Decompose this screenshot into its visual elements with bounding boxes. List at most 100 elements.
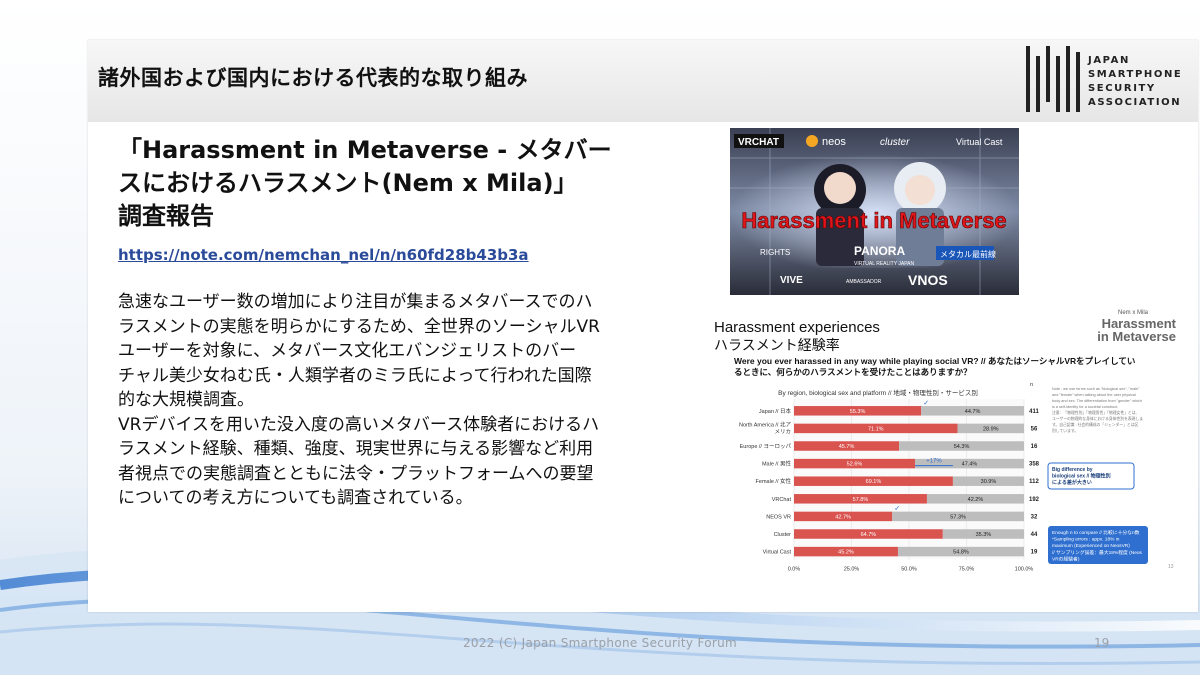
category-label: VRChat bbox=[772, 497, 792, 503]
bar-yes-label: 55.3% bbox=[850, 409, 866, 415]
bar-yes-label: 45.2% bbox=[838, 550, 854, 556]
x-tick-label: 75.0% bbox=[959, 566, 975, 572]
slide-footer: 2022 (C) Japan Smartphone Security Forum bbox=[463, 636, 737, 650]
bar-no-label: 54.3% bbox=[954, 444, 970, 450]
chart-group-label: By region, biological sex and platform /… bbox=[778, 388, 978, 397]
note-line: ユーザーの物理的な身体における身体性別を表現しま bbox=[1052, 416, 1143, 421]
category-label: Male // 男性 bbox=[762, 460, 792, 468]
platform-label-cluster: cluster bbox=[880, 137, 910, 148]
sponsor-label: VIVE bbox=[780, 275, 803, 286]
diff-label: +17% bbox=[926, 459, 942, 465]
bar-yes-label: 71.1% bbox=[868, 426, 884, 432]
category-label: NEOS VR bbox=[766, 514, 791, 520]
bar-yes-label: 52.6% bbox=[847, 462, 863, 468]
hero-banner-text: Harassment in Metaverse bbox=[741, 208, 1006, 233]
body-line: ラスメントの実態を明らかにするため、全世界のソーシャルVR bbox=[118, 316, 600, 337]
logo-line: SECURITY bbox=[1088, 83, 1156, 94]
n-value: 112 bbox=[1029, 479, 1039, 485]
platform-label-neos: neos bbox=[822, 136, 846, 148]
bar-no-label: 42.2% bbox=[968, 497, 984, 503]
body-line: についての考え方についても調査されている。 bbox=[118, 488, 473, 508]
n-value: 16 bbox=[1031, 444, 1038, 450]
body-line: 者視点での実態調査とともに法令・プラットフォームへの要望 bbox=[118, 463, 594, 484]
body-text: 急速なユーザー数の増加により注目が集まるメタバースでのハ ラスメントの実態を明ら… bbox=[118, 290, 693, 511]
category-label: North America // 北ア bbox=[739, 420, 791, 428]
note-line: す。自己認識 : 社会的構成の「ジェンダー」とは区 bbox=[1052, 422, 1139, 427]
brand-line: in Metaverse bbox=[1097, 329, 1176, 344]
report-heading: 「Harassment in Metaverse - メタバー スにおけるハラス… bbox=[118, 134, 678, 233]
category-label: Cluster bbox=[774, 532, 792, 538]
chart-plot: Japan // 日本 55.3% 44.7% 411 North America //… bbox=[739, 399, 1040, 584]
note-line: 別しています。 bbox=[1052, 428, 1078, 433]
heading-line: 調査報告 bbox=[118, 202, 214, 230]
logo-line: SMARTPHONE bbox=[1088, 69, 1183, 80]
bar-no-label: 30.9% bbox=[981, 479, 997, 485]
n-value: 411 bbox=[1029, 409, 1039, 415]
body-line: 的な大規模調査。 bbox=[118, 390, 254, 410]
sponsor-label: メタカル最前線 bbox=[940, 249, 996, 259]
heading-line: 「Harassment in Metaverse - メタバー bbox=[118, 136, 612, 164]
chart-title: Harassment experiences bbox=[714, 319, 880, 336]
category-label: Female // 女性 bbox=[756, 477, 792, 485]
sponsor-label: PANORA bbox=[854, 244, 905, 258]
callout-line: による差が大きい bbox=[1052, 479, 1092, 486]
harassment-chart: Harassment experiences ハラスメント経験率 Nem x M… bbox=[714, 310, 1177, 584]
body-line: ユーザーを対象に、メタバース文化エバンジェリストのバー bbox=[118, 341, 577, 361]
chart-question-line: Were you ever harassed in any way while … bbox=[734, 356, 1135, 366]
bar-no-label: 28.9% bbox=[983, 426, 999, 432]
check-icon: ✓ bbox=[894, 506, 900, 513]
harassment-chart-card: Harassment experiences ハラスメント経験率 Nem x M… bbox=[708, 300, 1178, 584]
n-value: 192 bbox=[1029, 497, 1040, 503]
callout-line: maximum (Experienced on NeosVR) bbox=[1052, 543, 1130, 549]
slide-card: 諸外国および国内における代表的な取り組み JAPAN SMARTPHONE SE… bbox=[88, 40, 1198, 612]
sponsor-label: AMBASSADOR bbox=[846, 279, 882, 285]
callout-line: Enough n to compare // 比較に十分なn数 bbox=[1052, 529, 1140, 536]
category-label: Japan // 日本 bbox=[759, 407, 792, 415]
chart-subtitle: ハラスメント経験率 bbox=[714, 337, 840, 353]
bar-no-label: 35.3% bbox=[976, 532, 992, 538]
sponsor-label: VNOS bbox=[908, 272, 948, 288]
x-tick-label: 50.0% bbox=[901, 566, 917, 572]
note-line: 注意：「物理性別」「物理男性」「物理女性」とは、 bbox=[1052, 410, 1139, 415]
x-tick-label: 25.0% bbox=[844, 566, 860, 572]
note-line: body and sex. The differentiation from "… bbox=[1052, 399, 1142, 403]
note-line: is a self-identity for a societal constr… bbox=[1052, 405, 1118, 409]
report-link[interactable]: https://note.com/nemchan_nel/n/n60fd28b4… bbox=[118, 246, 529, 264]
sponsor-label: VIRTUAL REALITY JAPAN bbox=[854, 261, 915, 267]
x-tick-label: 100.0% bbox=[1015, 566, 1034, 572]
logo-line: ASSOCIATION bbox=[1088, 97, 1182, 108]
bar-yes-label: 42.7% bbox=[835, 514, 851, 520]
bar-no-label: 47.4% bbox=[962, 462, 978, 468]
n-value: 44 bbox=[1031, 532, 1038, 538]
callout-line: biological sex // 物理性別 bbox=[1052, 473, 1111, 480]
bar-yes-label: 69.1% bbox=[866, 479, 882, 485]
heading-line: スにおけるハラスメント(Nem x Mila)」 bbox=[118, 169, 578, 197]
callout-line: Big difference by bbox=[1052, 467, 1093, 473]
bar-yes-label: 45.7% bbox=[839, 444, 855, 450]
callout-line: *Sampling errors : appx. 18% in bbox=[1052, 537, 1120, 543]
n-header: n bbox=[1030, 382, 1033, 388]
platform-label-vrchat: VRCHAT bbox=[738, 137, 779, 148]
chart-corner-page: 13 bbox=[1168, 564, 1174, 570]
n-value: 56 bbox=[1031, 426, 1038, 432]
n-value: 358 bbox=[1029, 462, 1040, 468]
note-line: Note : we use terms such as "biological … bbox=[1052, 387, 1140, 391]
x-tick-label: 0.0% bbox=[788, 566, 801, 572]
bar-yes-label: 57.8% bbox=[853, 497, 869, 503]
chart-question-line: るときに、何らかのハラスメントを受けたことはありますか？ bbox=[734, 367, 972, 377]
body-line: VRデバイスを用いた没入度の高いメタバース体験者におけるハ bbox=[118, 414, 600, 435]
note-line: and "female" when talking about the user… bbox=[1052, 393, 1136, 397]
category-label: Virtual Cast bbox=[763, 550, 792, 556]
logo-wordmark: JAPAN SMARTPHONE SECURITY ASSOCIATION bbox=[1088, 54, 1188, 110]
n-value: 32 bbox=[1031, 514, 1038, 520]
callout-line: VRの経験者) bbox=[1052, 555, 1080, 562]
logo-line: JAPAN bbox=[1088, 55, 1130, 66]
key-visual-image: VRCHAT neos cluster Virtual Cast Harassm… bbox=[730, 128, 1019, 295]
body-line: チャル美少女ねむ氏・人類学者のミラ氏によって行われた国際 bbox=[118, 365, 592, 386]
bar-no-label: 44.7% bbox=[965, 409, 981, 415]
bar-yes-label: 64.7% bbox=[861, 532, 877, 538]
slide-title: 諸外国および国内における代表的な取り組み bbox=[98, 66, 528, 90]
category-label: Europe // ヨーロッパ bbox=[740, 443, 792, 450]
bar-no-label: 54.8% bbox=[953, 550, 969, 556]
body-line: 急速なユーザー数の増加により注目が集まるメタバースでのハ bbox=[118, 292, 593, 312]
